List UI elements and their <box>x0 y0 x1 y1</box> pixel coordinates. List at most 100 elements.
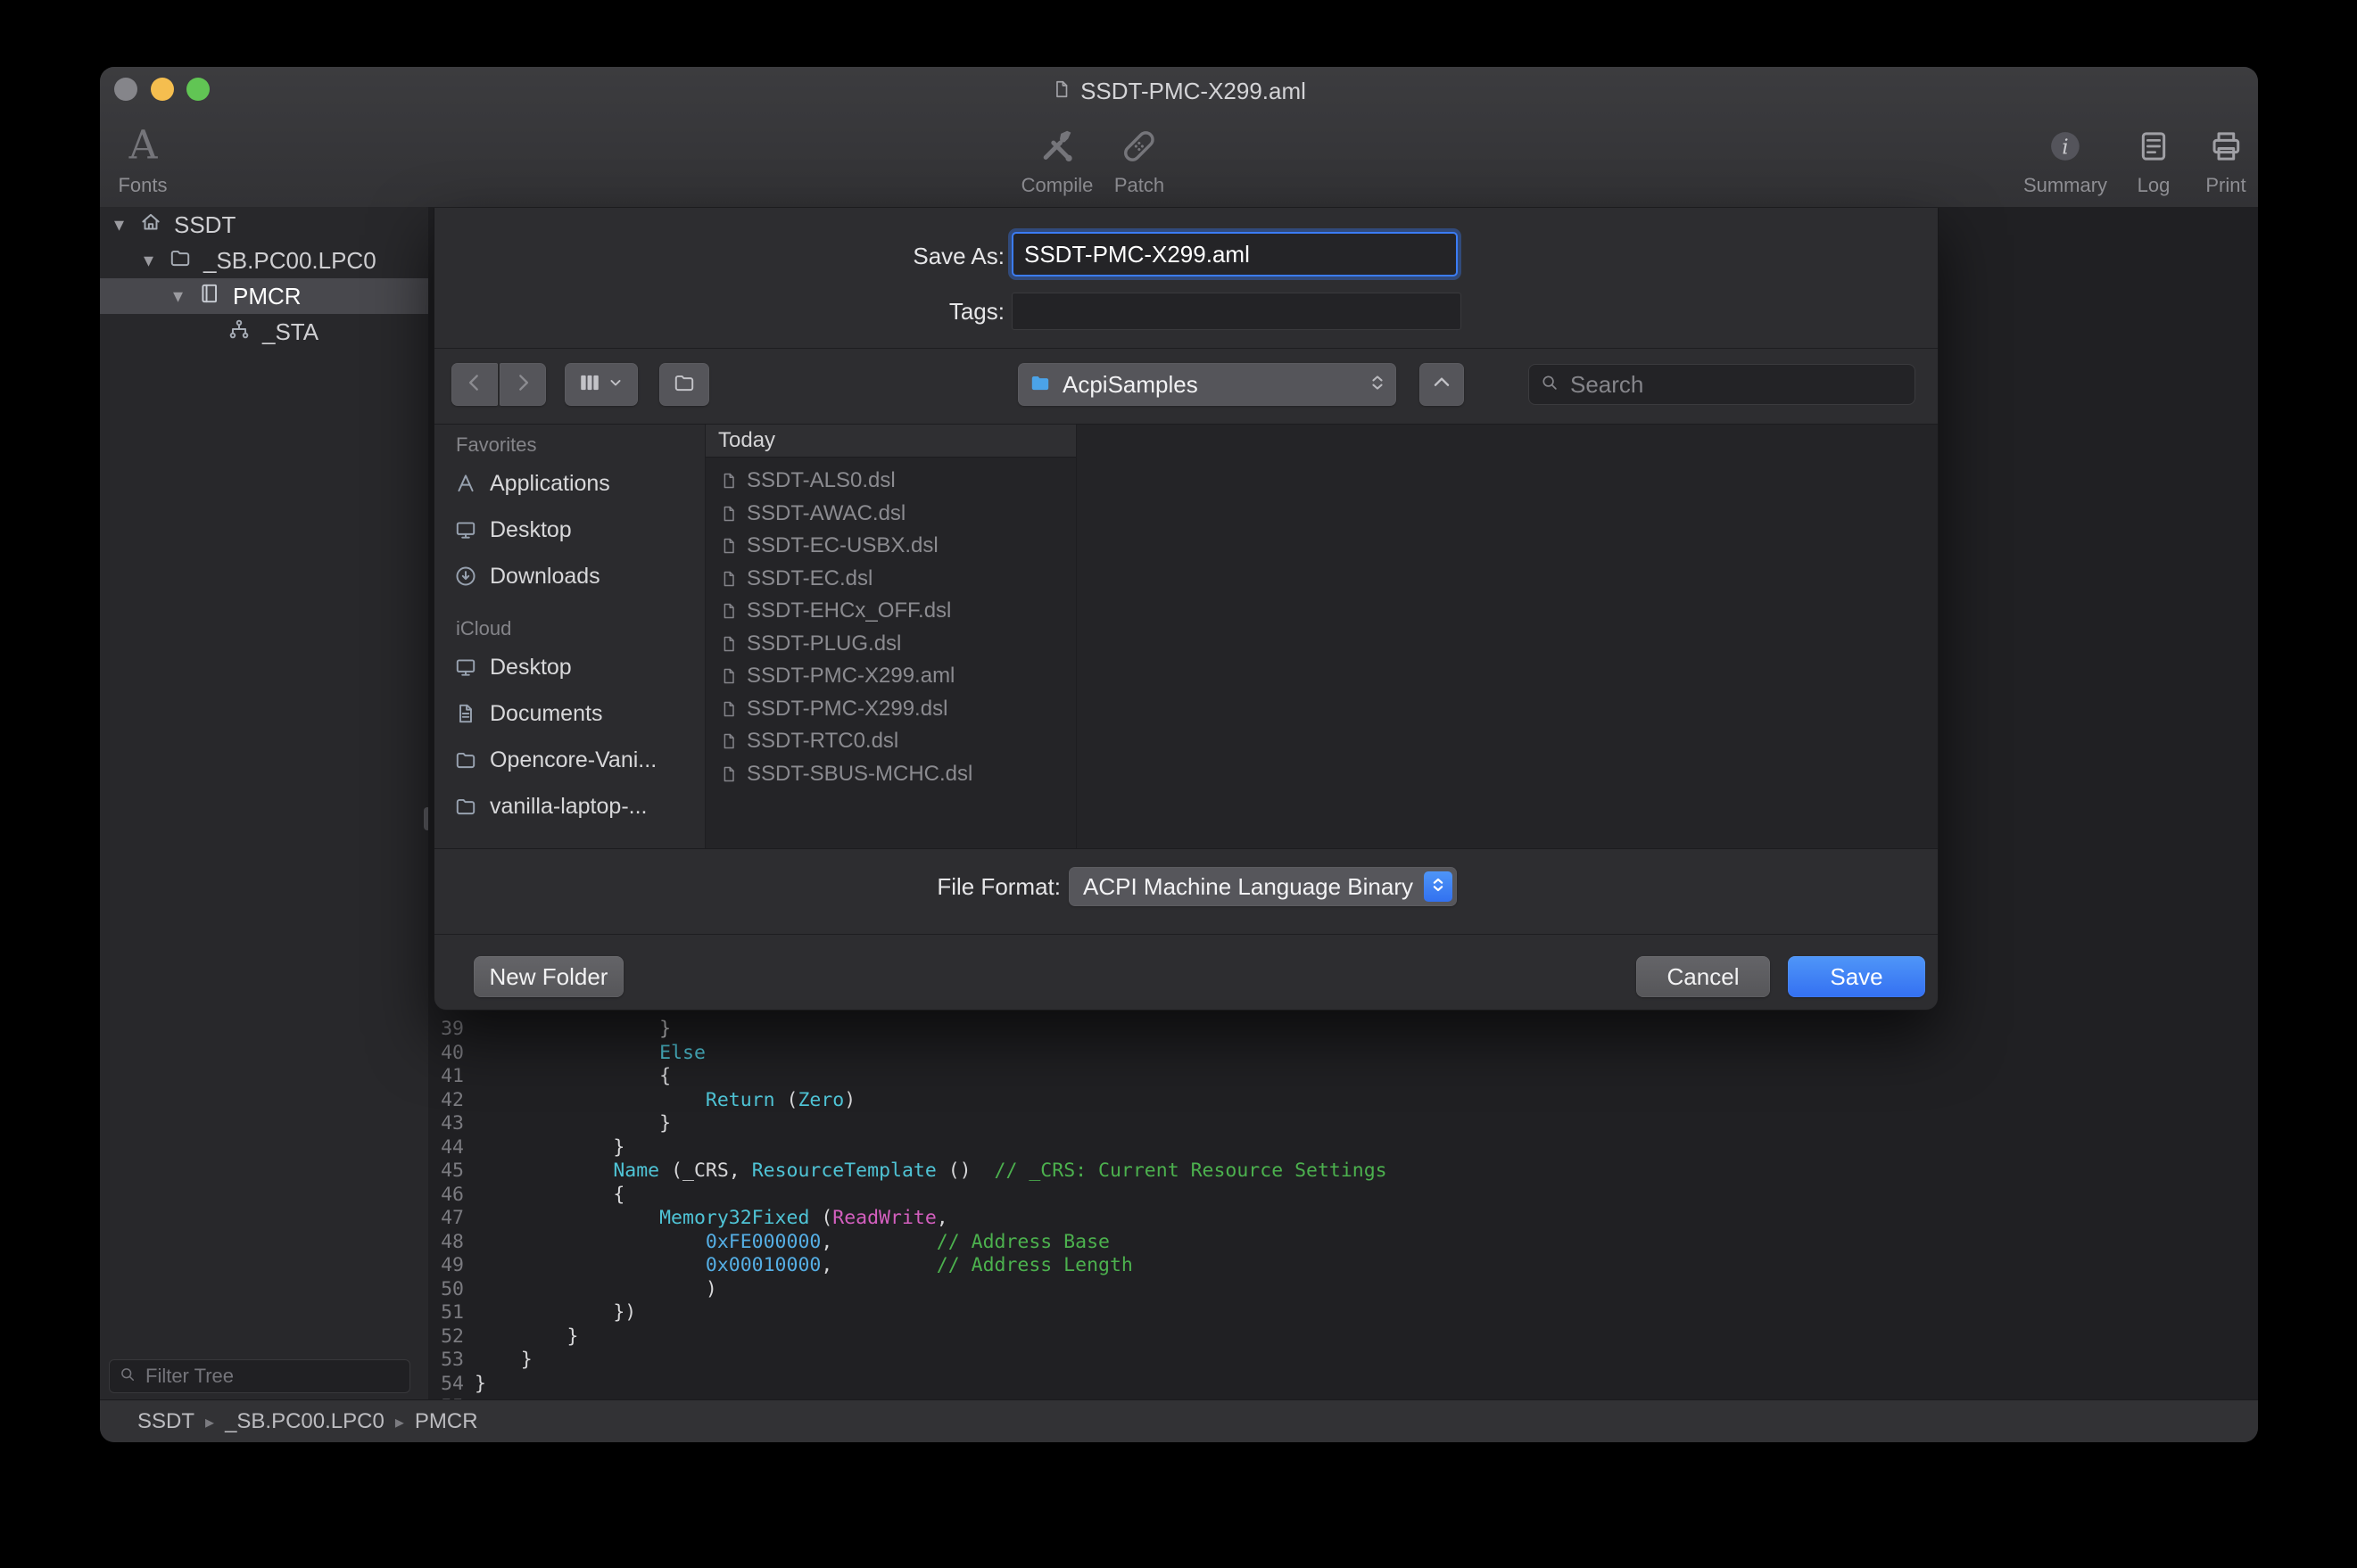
desktop-background: { "colors": { "accent": "#3b7cf5", "kw":… <box>0 0 2357 1568</box>
tree-item-_STA[interactable]: _STA <box>100 314 428 350</box>
sidebar-item-documents[interactable]: Documents <box>434 690 705 737</box>
new-folder-button[interactable]: New Folder <box>474 956 624 997</box>
documents-icon <box>454 702 477 725</box>
disclosure-triangle-icon[interactable]: ▾ <box>114 213 139 236</box>
sidebar-item-vanilla-laptop-[interactable]: vanilla-laptop-... <box>434 783 705 829</box>
search-field[interactable] <box>1528 364 1915 405</box>
filter-tree-input[interactable] <box>144 1364 404 1389</box>
view-mode-button[interactable] <box>565 363 638 406</box>
disclosure-triangle-icon[interactable]: ▾ <box>144 249 169 272</box>
sidebar-item-applications[interactable]: Applications <box>434 460 705 507</box>
breadcrumb-item[interactable]: _SB.PC00.LPC0 <box>225 1409 385 1433</box>
tree-item-label: _SB.PC00.LPC0 <box>203 247 376 275</box>
toolbar-summary-button[interactable]: i Summary <box>2023 120 2107 197</box>
code-line: 47 Memory32Fixed (ReadWrite, <box>428 1207 1387 1231</box>
code-text: } <box>475 1325 579 1349</box>
sidebar-item-label: Desktop <box>490 517 572 543</box>
code-line: 44 } <box>428 1136 1387 1160</box>
toolbar-print-button[interactable]: Print <box>2205 120 2245 197</box>
file-item[interactable]: SSDT-ALS0.dsl <box>706 465 1076 498</box>
code-line: 54} <box>428 1373 1387 1397</box>
save-dialog: Save As: Tags: AcpiSamples Favorites <box>434 208 1939 1011</box>
toolbar: A Fonts Compile Patch i Summary Log Pr <box>100 115 2258 207</box>
sidebar-item-desktop[interactable]: Desktop <box>434 644 705 690</box>
doc-icon <box>720 602 738 620</box>
code-line: 53 } <box>428 1349 1387 1373</box>
file-item[interactable]: SSDT-AWAC.dsl <box>706 498 1076 531</box>
file-item[interactable]: SSDT-PLUG.dsl <box>706 628 1076 661</box>
file-format-popup[interactable]: ACPI Machine Language Binary <box>1069 867 1457 906</box>
sidebar-item-label: Downloads <box>490 564 600 590</box>
breadcrumb: SSDT▸_SB.PC00.LPC0▸PMCR <box>137 1409 478 1434</box>
back-button[interactable] <box>451 363 498 406</box>
save-button[interactable]: Save <box>1788 956 1925 997</box>
hierarchy-icon <box>227 318 251 341</box>
file-item[interactable]: SSDT-EHCx_OFF.dsl <box>706 595 1076 628</box>
line-number: 54 <box>428 1373 464 1397</box>
log-list-icon <box>2136 128 2171 164</box>
updown-chevrons-icon <box>1429 876 1447 898</box>
up-directory-button[interactable] <box>1419 363 1464 406</box>
file-item[interactable]: SSDT-PMC-X299.dsl <box>706 693 1076 726</box>
filter-tree-field[interactable] <box>109 1359 410 1393</box>
toolbar-log-button[interactable]: Log <box>2136 120 2171 197</box>
sidebar-item-label: Opencore-Vani... <box>490 747 657 773</box>
sidebar-item-opencore-vani-[interactable]: Opencore-Vani... <box>434 737 705 783</box>
disclosure-triangle-icon[interactable]: ▾ <box>173 285 198 308</box>
search-icon <box>1540 373 1559 392</box>
search-input[interactable] <box>1568 370 1904 400</box>
file-browser: Favorites ApplicationsDesktopDownloads i… <box>434 424 1938 849</box>
file-item[interactable]: SSDT-PMC-X299.aml <box>706 660 1076 693</box>
toolbar-compile-button[interactable]: Compile <box>1021 120 1094 197</box>
doc-icon <box>720 635 738 653</box>
file-item-label: SSDT-EC.dsl <box>747 566 873 591</box>
toolbar-fonts-button[interactable]: A Fonts <box>118 120 167 197</box>
save-as-label: Save As: <box>434 234 1005 278</box>
folder-icon <box>169 246 192 269</box>
toolbar-patch-button[interactable]: Patch <box>1114 120 1164 197</box>
icloud-list: Desktop Documents Opencore-Vani... vanilla-… <box>434 644 705 829</box>
breadcrumb-separator-icon: ▸ <box>395 1413 404 1432</box>
sidebar-item-downloads[interactable]: Downloads <box>434 553 705 599</box>
breadcrumb-item[interactable]: SSDT <box>137 1409 194 1433</box>
tags-label: Tags: <box>434 293 1005 329</box>
titlebar[interactable]: SSDT-PMC-X299.aml <box>100 67 2258 115</box>
code-line: 45 Name (_CRS, ResourceTemplate () // _C… <box>428 1159 1387 1184</box>
tree-item-SSDT[interactable]: ▾SSDT <box>100 207 428 243</box>
file-item[interactable]: SSDT-SBUS-MCHC.dsl <box>706 758 1076 791</box>
line-number: 48 <box>428 1231 464 1255</box>
location-popup-label: AcpiSamples <box>1063 371 1368 399</box>
code-text: { <box>475 1184 624 1208</box>
breadcrumb-item[interactable]: PMCR <box>415 1409 478 1433</box>
forward-button[interactable] <box>500 363 546 406</box>
document-proxy-icon[interactable] <box>1052 78 1071 105</box>
doc-icon <box>720 667 738 685</box>
tree-item-label: PMCR <box>233 283 302 310</box>
file-item[interactable]: SSDT-EC.dsl <box>706 563 1076 596</box>
location-popup[interactable]: AcpiSamples <box>1018 363 1396 406</box>
navigation-row: AcpiSamples <box>434 363 1938 406</box>
code-line: 40 Else <box>428 1042 1387 1066</box>
code-line: 50 ) <box>428 1278 1387 1302</box>
doc-icon <box>720 765 738 783</box>
favorites-header: Favorites <box>434 430 705 460</box>
folder-button[interactable] <box>659 363 709 406</box>
compile-label: Compile <box>1021 174 1094 197</box>
code-text: } <box>475 1018 671 1042</box>
file-item[interactable]: SSDT-RTC0.dsl <box>706 725 1076 758</box>
tree-item-_SB.PC00.LPC0[interactable]: ▾ _SB.PC00.LPC0 <box>100 243 428 278</box>
summary-label: Summary <box>2023 174 2107 197</box>
code-line: 42 Return (Zero) <box>428 1089 1387 1113</box>
sidebar-item-label: Desktop <box>490 655 572 681</box>
download-icon <box>454 565 477 588</box>
cancel-button[interactable]: Cancel <box>1636 956 1770 997</box>
file-item[interactable]: SSDT-EC-USBX.dsl <box>706 530 1076 563</box>
tags-input[interactable] <box>1012 293 1461 330</box>
sidebar-item-desktop[interactable]: Desktop <box>434 507 705 553</box>
search-icon <box>119 1366 136 1383</box>
folder-fill-icon <box>1029 371 1052 394</box>
tree-item-PMCR[interactable]: ▾ PMCR <box>100 278 428 314</box>
line-number: 52 <box>428 1325 464 1349</box>
file-item-label: SSDT-AWAC.dsl <box>747 501 906 526</box>
save-as-input[interactable] <box>1012 232 1458 276</box>
